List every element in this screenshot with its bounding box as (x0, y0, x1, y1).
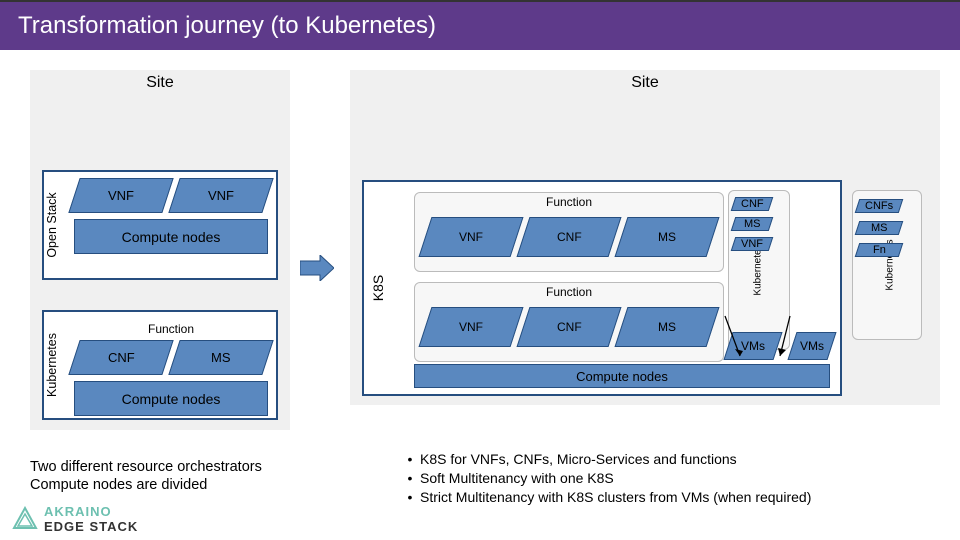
k8s-vlabel: K8S (370, 268, 386, 308)
ms-box: MS (615, 217, 720, 257)
caption-line: Compute nodes are divided (30, 476, 262, 494)
kubernetes-cluster-outer: Kubernetes CNFs MS Fn (852, 190, 922, 340)
ms-box: MS (168, 340, 273, 375)
k8s-box: K8S Function VNF CNF MS Function VNF CNF… (362, 180, 842, 396)
akraino-logo: AKRAINO EDGE STACK (12, 504, 138, 534)
ms-box: MS (855, 221, 904, 235)
compute-nodes-bar: Compute nodes (74, 219, 268, 254)
fn-box: Fn (855, 243, 904, 257)
function-group: Function VNF CNF MS (414, 192, 724, 272)
kubernetes-vlabel: Kubernetes (45, 315, 59, 415)
cnf-box: CNF (731, 197, 774, 211)
cnf-box: CNF (517, 307, 622, 347)
vnf-box: VNF (168, 178, 273, 213)
left-caption: Two different resource orchestrators Com… (30, 458, 262, 494)
bullet-row: •Soft Multitenancy with one K8S (400, 469, 811, 488)
bullet-row: •Strict Multitenancy with K8S clusters f… (400, 488, 811, 507)
logo-text: EDGE STACK (44, 519, 138, 534)
bullet-row: •K8S for VNFs, CNFs, Micro-Services and … (400, 450, 811, 469)
caption-line: Two different resource orchestrators (30, 458, 262, 476)
kubernetes-left-box: Kubernetes Function CNF MS Compute nodes (42, 310, 278, 420)
vnf-box: VNF (68, 178, 173, 213)
right-bullets: •K8S for VNFs, CNFs, Micro-Services and … (400, 450, 811, 507)
logo-text: AKRAINO (44, 504, 138, 519)
logo-icon (12, 506, 38, 532)
openstack-box: Open Stack VNF VNF Compute nodes (42, 170, 278, 280)
cnf-box: CNF (68, 340, 173, 375)
cnf-box: CNF (517, 217, 622, 257)
function-label: Function (415, 193, 723, 209)
vnf-box: VNF (731, 237, 774, 251)
vnf-box: VNF (419, 307, 524, 347)
compute-nodes-bar: Compute nodes (74, 381, 268, 416)
transform-arrow-icon (300, 255, 334, 281)
page-title: Transformation journey (to Kubernetes) (0, 0, 960, 50)
right-site-panel: Site K8S Function VNF CNF MS Function VN… (350, 70, 940, 405)
function-group: Function VNF CNF MS (414, 282, 724, 362)
left-site-panel: Site Open Stack VNF VNF Compute nodes Ku… (30, 70, 290, 430)
compute-nodes-bar: Compute nodes (414, 364, 830, 388)
vnf-box: VNF (419, 217, 524, 257)
ms-box: MS (615, 307, 720, 347)
right-site-label: Site (350, 70, 940, 96)
function-label: Function (74, 322, 268, 336)
arrow-lines-icon (720, 316, 800, 366)
function-label: Function (415, 283, 723, 299)
cnfs-box: CNFs (855, 199, 904, 213)
openstack-vlabel: Open Stack (45, 175, 59, 275)
left-site-label: Site (30, 70, 290, 96)
ms-box: MS (731, 217, 774, 231)
